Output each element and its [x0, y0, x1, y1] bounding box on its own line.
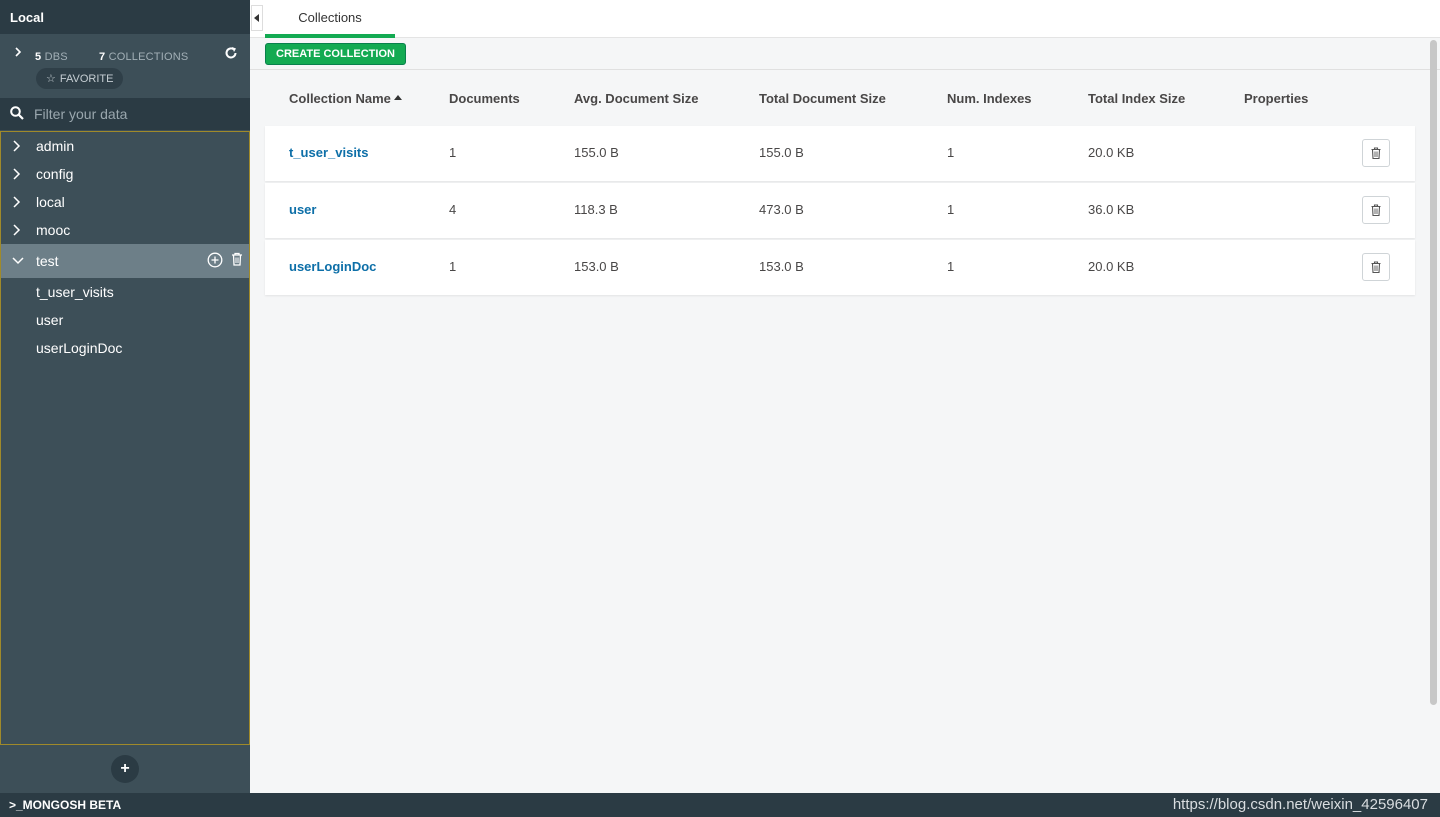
- avg-size-cell: 155.0 B: [574, 145, 619, 160]
- trash-icon[interactable]: [231, 252, 243, 271]
- column-header-index-size[interactable]: Total Index Size: [1088, 91, 1185, 106]
- collapse-sidebar-button[interactable]: [251, 5, 263, 31]
- favorite-button[interactable]: ☆ FAVORITE: [36, 68, 124, 89]
- avg-size-cell: 118.3 B: [574, 202, 618, 217]
- column-header-num-indexes[interactable]: Num. Indexes: [947, 91, 1032, 106]
- chevron-right-icon: [12, 196, 24, 208]
- dbs-label: DBS: [44, 51, 68, 63]
- documents-cell: 1: [449, 145, 457, 160]
- drop-collection-button[interactable]: [1362, 253, 1390, 281]
- num-indexes-cell: 1: [947, 202, 955, 217]
- add-collection-icon[interactable]: [207, 252, 223, 271]
- drop-collection-button[interactable]: [1362, 139, 1390, 167]
- shell-bar[interactable]: >_MONGOSH BETA https://blog.csdn.net/wei…: [0, 793, 1440, 817]
- sidebar-filter: [0, 98, 250, 130]
- db-label: local: [36, 194, 65, 210]
- connection-title[interactable]: Local: [0, 0, 250, 34]
- sidebar-item-admin[interactable]: admin: [1, 132, 249, 160]
- watermark-text: https://blog.csdn.net/weixin_42596407: [1172, 796, 1428, 813]
- column-header-properties[interactable]: Properties: [1244, 91, 1308, 106]
- caret-left-icon: [254, 14, 259, 22]
- total-size-cell: 153.0 B: [759, 259, 804, 274]
- chevron-right-icon: [12, 224, 24, 236]
- db-label: test: [36, 253, 59, 269]
- collections-stat: 7 COLLECTIONS: [99, 51, 188, 63]
- avg-size-cell: 153.0 B: [574, 259, 619, 274]
- total-size-cell: 473.0 B: [759, 202, 804, 217]
- sidebar-item-test[interactable]: test: [1, 244, 249, 278]
- trash-icon: [1371, 204, 1381, 216]
- collection-name-link[interactable]: t_user_visits: [289, 145, 369, 160]
- create-collection-button[interactable]: CREATE COLLECTION: [265, 43, 406, 65]
- column-header-name[interactable]: Collection Name: [289, 91, 403, 106]
- favorite-label: FAVORITE: [59, 72, 114, 85]
- index-size-cell: 20.0 KB: [1088, 259, 1135, 274]
- refresh-icon[interactable]: [224, 46, 238, 63]
- db-actions: [207, 252, 243, 271]
- sidebar-collection-item[interactable]: t_user_visits: [1, 278, 249, 306]
- documents-cell: 4: [449, 202, 457, 217]
- column-header-total-size[interactable]: Total Document Size: [759, 91, 886, 106]
- search-icon: [10, 105, 24, 123]
- index-size-cell: 20.0 KB: [1088, 145, 1135, 160]
- db-label: mooc: [36, 222, 71, 238]
- collection-name-link[interactable]: user: [289, 202, 316, 217]
- instance-stats: 5 DBS 7 COLLECTIONS: [0, 34, 250, 98]
- trash-icon: [1371, 147, 1381, 159]
- column-header-documents[interactable]: Documents: [449, 91, 520, 106]
- documents-cell: 1: [449, 259, 457, 274]
- collections-count: 7: [99, 51, 106, 63]
- index-size-cell: 36.0 KB: [1088, 202, 1135, 217]
- drop-collection-button[interactable]: [1362, 196, 1390, 224]
- sidebar-item-config[interactable]: config: [1, 160, 249, 188]
- sidebar-collection-item[interactable]: user: [1, 306, 249, 334]
- dbs-stat: 5 DBS: [35, 51, 68, 63]
- collections-label: COLLECTIONS: [108, 51, 189, 63]
- collection-name-link[interactable]: userLoginDoc: [289, 259, 376, 274]
- star-icon: ☆: [46, 73, 56, 85]
- sort-asc-icon: [394, 95, 403, 100]
- total-size-cell: 155.0 B: [759, 145, 804, 160]
- num-indexes-cell: 1: [947, 259, 955, 274]
- db-label: config: [36, 166, 74, 182]
- chevron-down-icon: [12, 256, 24, 266]
- chevron-right-icon: [12, 168, 24, 180]
- sidebar-item-local[interactable]: local: [1, 188, 249, 216]
- trash-icon: [1371, 261, 1381, 273]
- table-header: Collection Name Documents Avg. Document …: [265, 88, 1415, 110]
- filter-input[interactable]: [34, 106, 234, 122]
- database-tree: admin config local mooc test t_user_visi…: [0, 131, 250, 745]
- table-row: user 4 118.3 B 473.0 B 1 36.0 KB: [265, 183, 1415, 238]
- main-scrollbar[interactable]: [1430, 40, 1437, 705]
- table-row: userLoginDoc 1 153.0 B 153.0 B 1 20.0 KB: [265, 240, 1415, 295]
- sidebar: Local 5 DBS 7 COLLECTIONS ☆ FAVORITE adm…: [0, 0, 250, 793]
- num-indexes-cell: 1: [947, 145, 955, 160]
- column-label: Collection Name: [289, 91, 391, 106]
- tab-collections[interactable]: Collections: [265, 0, 395, 38]
- chevron-right-icon: [12, 140, 24, 152]
- create-database-button[interactable]: +: [111, 755, 139, 783]
- shell-label: >_MONGOSH BETA: [9, 798, 122, 812]
- column-header-avg-size[interactable]: Avg. Document Size: [574, 91, 698, 106]
- collections-toolbar: CREATE COLLECTION: [250, 38, 1440, 70]
- dbs-count: 5: [35, 51, 42, 63]
- sidebar-collection-item[interactable]: userLoginDoc: [1, 334, 249, 362]
- main-tabbar: Collections: [250, 0, 1440, 38]
- sidebar-item-mooc[interactable]: mooc: [1, 216, 249, 244]
- table-row: t_user_visits 1 155.0 B 155.0 B 1 20.0 K…: [265, 126, 1415, 181]
- db-label: admin: [36, 138, 75, 154]
- chevron-right-icon[interactable]: [12, 46, 24, 58]
